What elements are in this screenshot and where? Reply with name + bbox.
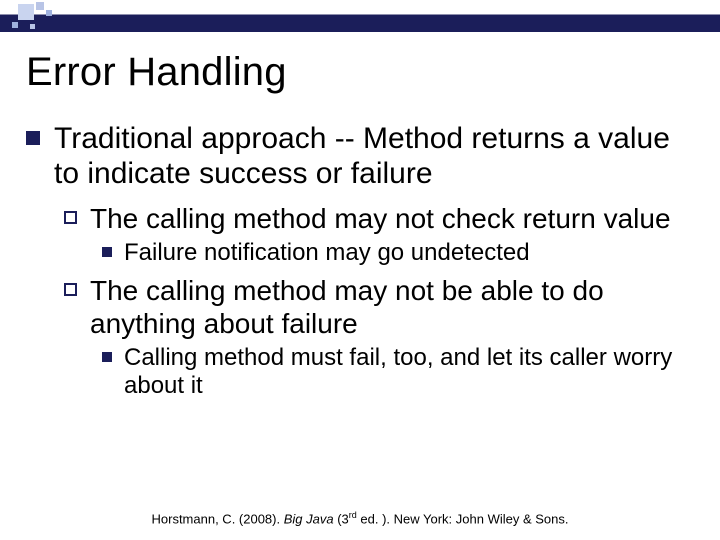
bullet-text: Failure notification may go undetected — [124, 239, 530, 266]
decor-square-icon — [30, 24, 35, 29]
bullet-level2: The calling method may not be able to do… — [64, 274, 694, 340]
citation-footer: Horstmann, C. (2008). Big Java (3rd ed. … — [0, 510, 720, 526]
citation-title: Big Java — [284, 511, 337, 526]
bullet-text: The calling method may not be able to do… — [90, 275, 604, 339]
decor-square-icon — [36, 2, 44, 10]
decorative-top-bar — [0, 0, 720, 32]
bullet-text: The calling method may not check return … — [90, 203, 671, 234]
decor-square-icon — [18, 4, 34, 20]
open-square-bullet-icon — [64, 211, 77, 224]
bullet-level1: Traditional approach -- Method returns a… — [26, 121, 694, 192]
bullet-text: Traditional approach -- Method returns a… — [54, 122, 670, 190]
citation-publisher: ed. ). New York: John Wiley & Sons. — [357, 511, 569, 526]
bullet-level3: Calling method must fail, too, and let i… — [102, 344, 694, 402]
citation-author: Horstmann, C. (2008). — [152, 511, 284, 526]
slide-title: Error Handling — [26, 50, 694, 95]
filled-square-bullet-icon — [26, 131, 40, 145]
filled-square-bullet-icon — [102, 352, 112, 362]
decor-square-icon — [46, 10, 52, 16]
filled-square-bullet-icon — [102, 247, 112, 257]
bullet-level3: Failure notification may go undetected — [102, 239, 694, 268]
citation-edition: (3 — [337, 511, 349, 526]
slide-body: Error Handling Traditional approach -- M… — [0, 32, 720, 401]
decor-square-icon — [12, 22, 18, 28]
bullet-text: Calling method must fail, too, and let i… — [124, 344, 672, 400]
bullet-level2: The calling method may not check return … — [64, 202, 694, 235]
open-square-bullet-icon — [64, 283, 77, 296]
citation-superscript: rd — [349, 510, 357, 520]
